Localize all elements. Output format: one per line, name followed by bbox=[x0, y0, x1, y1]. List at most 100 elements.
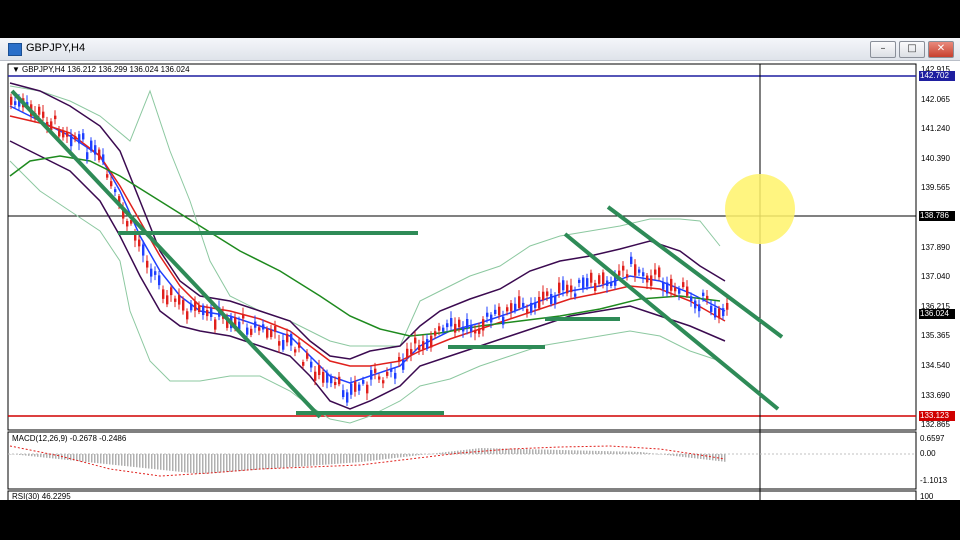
candle-body bbox=[102, 154, 105, 163]
chart-dropdown-icon[interactable]: ▼ bbox=[12, 65, 20, 74]
candle-body bbox=[506, 307, 509, 312]
price-chart[interactable] bbox=[0, 61, 960, 500]
candle-body bbox=[406, 348, 409, 358]
candle-body bbox=[646, 275, 649, 283]
chart-area[interactable]: ▼ GBPJPY,H4 136.212 136.299 136.024 136.… bbox=[0, 61, 960, 501]
candle-body bbox=[190, 303, 193, 311]
macd-bar bbox=[67, 454, 69, 460]
minimize-button[interactable]: – bbox=[870, 41, 896, 58]
candle-body bbox=[418, 345, 421, 351]
candle-body bbox=[262, 324, 265, 330]
macd-bar bbox=[22, 454, 24, 456]
candle-body bbox=[422, 341, 425, 350]
candles[interactable] bbox=[10, 93, 729, 407]
current-price-tag: 136.024 bbox=[919, 309, 955, 319]
candle-body bbox=[318, 365, 321, 376]
candle-body bbox=[266, 328, 269, 338]
macd-bar bbox=[154, 454, 156, 470]
macd-bar bbox=[220, 454, 222, 473]
macd-bar bbox=[301, 454, 303, 467]
candle-body bbox=[254, 321, 257, 328]
candle-body bbox=[390, 368, 393, 372]
macd-bar bbox=[583, 450, 585, 454]
candle-body bbox=[538, 296, 541, 309]
close-button[interactable]: ✕ bbox=[928, 41, 954, 58]
candle-body bbox=[114, 189, 117, 193]
candle-body bbox=[314, 371, 317, 381]
macd-bar bbox=[484, 448, 486, 454]
macd-bar bbox=[106, 454, 108, 465]
macd-bar bbox=[724, 454, 726, 462]
candle-body bbox=[106, 174, 109, 178]
maximize-button[interactable]: □ bbox=[899, 41, 925, 58]
macd-bar bbox=[268, 454, 270, 469]
macd-bar bbox=[115, 454, 117, 466]
rsi-label: RSI(30) 46.2295 bbox=[12, 492, 71, 501]
macd-bar bbox=[214, 454, 216, 473]
macd-bar bbox=[424, 454, 426, 455]
candle-body bbox=[710, 305, 713, 312]
macd-bar bbox=[592, 450, 594, 454]
macd-bar bbox=[58, 454, 60, 460]
macd-bar bbox=[376, 454, 378, 461]
candle-body bbox=[706, 295, 709, 300]
candle-body bbox=[462, 326, 465, 332]
macd-bar bbox=[655, 453, 657, 455]
macd-bar bbox=[667, 454, 669, 456]
candle-body bbox=[110, 181, 113, 187]
candle-body bbox=[722, 308, 725, 317]
macd-bar bbox=[628, 451, 630, 454]
candle-body bbox=[714, 307, 717, 318]
candle-body bbox=[546, 291, 549, 296]
candle-body bbox=[490, 314, 493, 323]
macd-bar bbox=[253, 454, 255, 471]
price-tick: 133.690 bbox=[921, 390, 950, 400]
candle-body bbox=[326, 372, 329, 383]
candle-body bbox=[514, 303, 517, 311]
macd-bar bbox=[103, 454, 105, 464]
candle-body bbox=[402, 359, 405, 370]
chart-icon bbox=[8, 43, 22, 56]
candle-body bbox=[518, 296, 521, 309]
macd-bar bbox=[136, 454, 138, 468]
candle-body bbox=[474, 330, 477, 334]
macd-bar bbox=[703, 454, 705, 460]
candle-body bbox=[686, 286, 689, 296]
macd-bar bbox=[157, 454, 159, 470]
candle-body bbox=[510, 303, 513, 312]
macd-bar bbox=[241, 454, 243, 471]
macd-bar bbox=[409, 454, 411, 457]
macd-bar bbox=[211, 454, 213, 474]
candle-body bbox=[74, 135, 77, 140]
candle-body bbox=[90, 140, 93, 151]
candle-body bbox=[154, 271, 157, 275]
macd-bar bbox=[31, 454, 33, 457]
candle-body bbox=[414, 337, 417, 344]
channel-lower-line[interactable] bbox=[563, 232, 780, 411]
macd-bar bbox=[514, 448, 516, 454]
macd-bar bbox=[643, 452, 645, 454]
macd-bar bbox=[526, 449, 528, 454]
macd-bar bbox=[88, 454, 90, 463]
macd-bar bbox=[508, 448, 510, 454]
macd-bar bbox=[151, 454, 153, 469]
macd-bar bbox=[541, 449, 543, 454]
macd-bar bbox=[283, 454, 285, 468]
macd-bar bbox=[430, 453, 432, 455]
candle-body bbox=[542, 291, 545, 300]
macd-bar bbox=[463, 449, 465, 454]
candle-body bbox=[178, 294, 181, 305]
candle-body bbox=[658, 267, 661, 278]
candle-body bbox=[10, 96, 13, 105]
macd-bar bbox=[43, 454, 45, 458]
candle-body bbox=[578, 279, 581, 283]
macd-bar bbox=[664, 454, 666, 455]
macd-bar bbox=[190, 454, 192, 473]
candle-body bbox=[502, 316, 505, 325]
candle-body bbox=[42, 111, 45, 118]
macd-bar bbox=[625, 451, 627, 454]
macd-tick-zero: 0.00 bbox=[920, 449, 936, 458]
candle-body bbox=[598, 275, 601, 284]
macd-bar bbox=[91, 454, 93, 463]
candle-body bbox=[702, 292, 705, 296]
